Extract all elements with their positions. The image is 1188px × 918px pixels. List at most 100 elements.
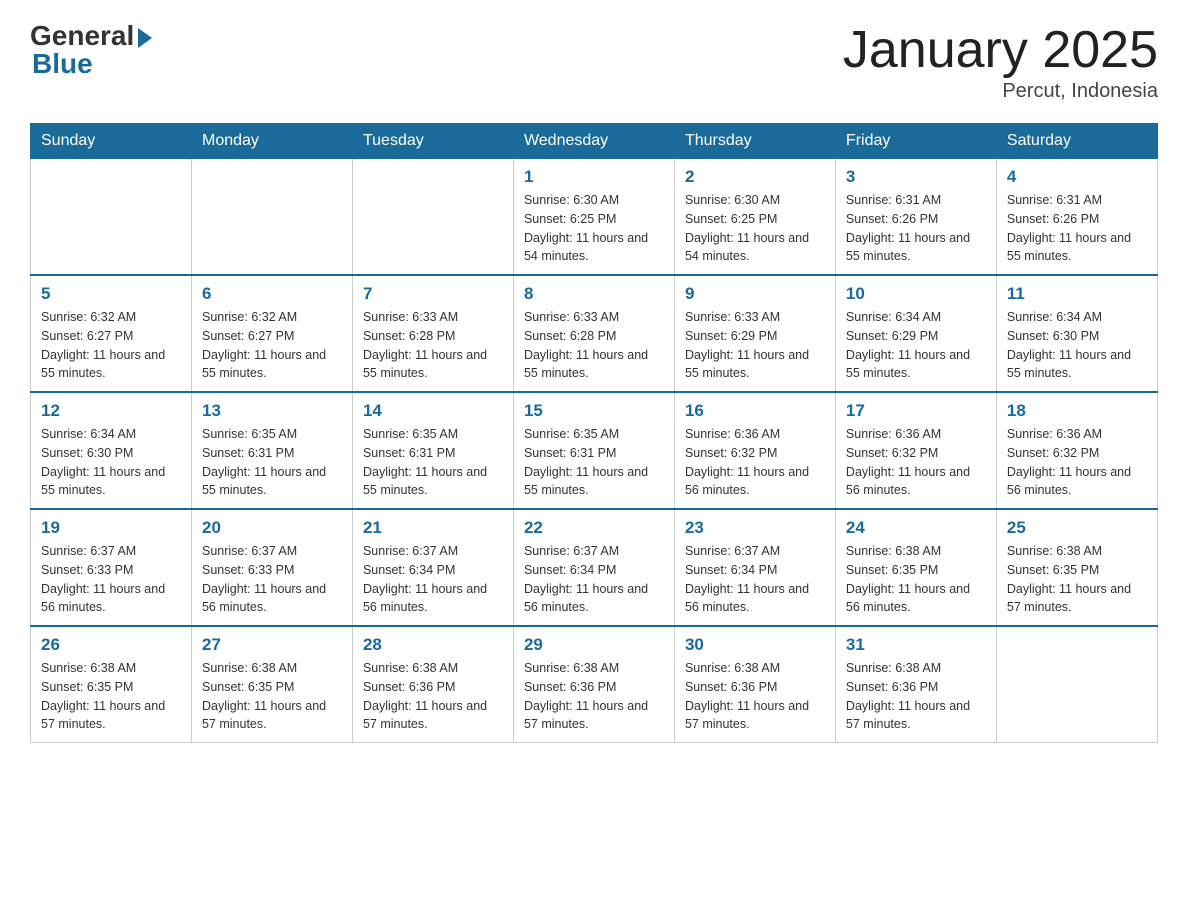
logo: General Blue [30, 20, 152, 80]
day-info: Sunrise: 6:32 AM Sunset: 6:27 PM Dayligh… [41, 308, 181, 383]
day-number: 5 [41, 284, 181, 304]
day-number: 26 [41, 635, 181, 655]
day-number: 9 [685, 284, 825, 304]
calendar-cell: 31 Sunrise: 6:38 AM Sunset: 6:36 PM Dayli… [835, 626, 996, 743]
day-number: 19 [41, 518, 181, 538]
calendar-cell: 23 Sunrise: 6:37 AM Sunset: 6:34 PM Dayli… [674, 509, 835, 626]
day-number: 12 [41, 401, 181, 421]
day-number: 31 [846, 635, 986, 655]
logo-arrow-icon [138, 28, 152, 48]
calendar-cell: 27 Sunrise: 6:38 AM Sunset: 6:35 PM Dayli… [191, 626, 352, 743]
day-info: Sunrise: 6:35 AM Sunset: 6:31 PM Dayligh… [363, 425, 503, 500]
day-info: Sunrise: 6:33 AM Sunset: 6:29 PM Dayligh… [685, 308, 825, 383]
calendar-cell [191, 159, 352, 276]
day-info: Sunrise: 6:36 AM Sunset: 6:32 PM Dayligh… [1007, 425, 1147, 500]
day-info: Sunrise: 6:37 AM Sunset: 6:34 PM Dayligh… [685, 542, 825, 617]
day-number: 14 [363, 401, 503, 421]
day-info: Sunrise: 6:38 AM Sunset: 6:36 PM Dayligh… [685, 659, 825, 734]
calendar-cell: 15 Sunrise: 6:35 AM Sunset: 6:31 PM Dayli… [513, 392, 674, 509]
day-info: Sunrise: 6:31 AM Sunset: 6:26 PM Dayligh… [846, 191, 986, 266]
day-number: 27 [202, 635, 342, 655]
day-number: 3 [846, 167, 986, 187]
day-number: 17 [846, 401, 986, 421]
day-info: Sunrise: 6:38 AM Sunset: 6:35 PM Dayligh… [202, 659, 342, 734]
calendar-cell: 18Sunrise: 6:36 AM Sunset: 6:32 PM Dayli… [996, 392, 1157, 509]
calendar-cell: 4 Sunrise: 6:31 AM Sunset: 6:26 PM Daylig… [996, 159, 1157, 276]
day-number: 22 [524, 518, 664, 538]
calendar-cell: 29 Sunrise: 6:38 AM Sunset: 6:36 PM Dayli… [513, 626, 674, 743]
calendar-cell: 17 Sunrise: 6:36 AM Sunset: 6:32 PM Dayli… [835, 392, 996, 509]
day-info: Sunrise: 6:32 AM Sunset: 6:27 PM Dayligh… [202, 308, 342, 383]
day-info: Sunrise: 6:34 AM Sunset: 6:30 PM Dayligh… [1007, 308, 1147, 383]
day-info: Sunrise: 6:38 AM Sunset: 6:35 PM Dayligh… [1007, 542, 1147, 617]
calendar-cell: 22 Sunrise: 6:37 AM Sunset: 6:34 PM Dayli… [513, 509, 674, 626]
day-info: Sunrise: 6:30 AM Sunset: 6:25 PM Dayligh… [685, 191, 825, 266]
day-info: Sunrise: 6:37 AM Sunset: 6:33 PM Dayligh… [41, 542, 181, 617]
calendar-week-row: 19 Sunrise: 6:37 AM Sunset: 6:33 PM Dayli… [31, 509, 1158, 626]
day-info: Sunrise: 6:38 AM Sunset: 6:36 PM Dayligh… [524, 659, 664, 734]
day-header-wednesday: Wednesday [513, 124, 674, 159]
day-number: 2 [685, 167, 825, 187]
calendar-cell: 21 Sunrise: 6:37 AM Sunset: 6:34 PM Dayli… [352, 509, 513, 626]
calendar-cell: 9 Sunrise: 6:33 AM Sunset: 6:29 PM Daylig… [674, 275, 835, 392]
day-info: Sunrise: 6:35 AM Sunset: 6:31 PM Dayligh… [202, 425, 342, 500]
calendar-cell: 14 Sunrise: 6:35 AM Sunset: 6:31 PM Dayli… [352, 392, 513, 509]
day-number: 21 [363, 518, 503, 538]
day-info: Sunrise: 6:38 AM Sunset: 6:35 PM Dayligh… [846, 542, 986, 617]
day-number: 8 [524, 284, 664, 304]
day-info: Sunrise: 6:38 AM Sunset: 6:36 PM Dayligh… [846, 659, 986, 734]
calendar-cell: 20Sunrise: 6:37 AM Sunset: 6:33 PM Dayli… [191, 509, 352, 626]
calendar-cell: 8Sunrise: 6:33 AM Sunset: 6:28 PM Daylig… [513, 275, 674, 392]
calendar-cell: 19 Sunrise: 6:37 AM Sunset: 6:33 PM Dayli… [31, 509, 192, 626]
day-info: Sunrise: 6:38 AM Sunset: 6:35 PM Dayligh… [41, 659, 181, 734]
day-number: 28 [363, 635, 503, 655]
day-number: 1 [524, 167, 664, 187]
day-header-tuesday: Tuesday [352, 124, 513, 159]
day-number: 15 [524, 401, 664, 421]
calendar-week-row: 12 Sunrise: 6:34 AM Sunset: 6:30 PM Dayli… [31, 392, 1158, 509]
day-info: Sunrise: 6:33 AM Sunset: 6:28 PM Dayligh… [363, 308, 503, 383]
calendar-cell: 30 Sunrise: 6:38 AM Sunset: 6:36 PM Dayli… [674, 626, 835, 743]
day-info: Sunrise: 6:37 AM Sunset: 6:34 PM Dayligh… [363, 542, 503, 617]
calendar-cell: 7 Sunrise: 6:33 AM Sunset: 6:28 PM Daylig… [352, 275, 513, 392]
day-number: 25 [1007, 518, 1147, 538]
calendar-week-row: 26 Sunrise: 6:38 AM Sunset: 6:35 PM Dayli… [31, 626, 1158, 743]
calendar-cell: 1 Sunrise: 6:30 AM Sunset: 6:25 PM Daylig… [513, 159, 674, 276]
day-number: 29 [524, 635, 664, 655]
day-number: 6 [202, 284, 342, 304]
day-info: Sunrise: 6:36 AM Sunset: 6:32 PM Dayligh… [685, 425, 825, 500]
calendar-week-row: 1 Sunrise: 6:30 AM Sunset: 6:25 PM Daylig… [31, 159, 1158, 276]
calendar-subtitle: Percut, Indonesia [843, 80, 1158, 103]
day-header-monday: Monday [191, 124, 352, 159]
day-info: Sunrise: 6:36 AM Sunset: 6:32 PM Dayligh… [846, 425, 986, 500]
calendar-cell: 25 Sunrise: 6:38 AM Sunset: 6:35 PM Dayli… [996, 509, 1157, 626]
calendar-cell: 11 Sunrise: 6:34 AM Sunset: 6:30 PM Dayli… [996, 275, 1157, 392]
title-section: January 2025 Percut, Indonesia [843, 20, 1158, 103]
calendar-title: January 2025 [843, 20, 1158, 80]
day-number: 30 [685, 635, 825, 655]
day-number: 13 [202, 401, 342, 421]
day-header-sunday: Sunday [31, 124, 192, 159]
day-number: 23 [685, 518, 825, 538]
day-info: Sunrise: 6:38 AM Sunset: 6:36 PM Dayligh… [363, 659, 503, 734]
day-number: 11 [1007, 284, 1147, 304]
day-info: Sunrise: 6:34 AM Sunset: 6:30 PM Dayligh… [41, 425, 181, 500]
day-number: 10 [846, 284, 986, 304]
day-number: 4 [1007, 167, 1147, 187]
calendar-cell [352, 159, 513, 276]
calendar-cell [31, 159, 192, 276]
day-number: 24 [846, 518, 986, 538]
day-info: Sunrise: 6:31 AM Sunset: 6:26 PM Dayligh… [1007, 191, 1147, 266]
calendar-cell: 3 Sunrise: 6:31 AM Sunset: 6:26 PM Daylig… [835, 159, 996, 276]
logo-blue-text: Blue [32, 48, 93, 80]
day-info: Sunrise: 6:37 AM Sunset: 6:34 PM Dayligh… [524, 542, 664, 617]
calendar-cell: 2 Sunrise: 6:30 AM Sunset: 6:25 PM Daylig… [674, 159, 835, 276]
day-number: 16 [685, 401, 825, 421]
calendar-cell: 13 Sunrise: 6:35 AM Sunset: 6:31 PM Dayli… [191, 392, 352, 509]
calendar-table: SundayMondayTuesdayWednesdayThursdayFrid… [30, 123, 1158, 743]
day-info: Sunrise: 6:30 AM Sunset: 6:25 PM Dayligh… [524, 191, 664, 266]
calendar-cell: 12 Sunrise: 6:34 AM Sunset: 6:30 PM Dayli… [31, 392, 192, 509]
day-number: 7 [363, 284, 503, 304]
day-info: Sunrise: 6:35 AM Sunset: 6:31 PM Dayligh… [524, 425, 664, 500]
day-header-saturday: Saturday [996, 124, 1157, 159]
